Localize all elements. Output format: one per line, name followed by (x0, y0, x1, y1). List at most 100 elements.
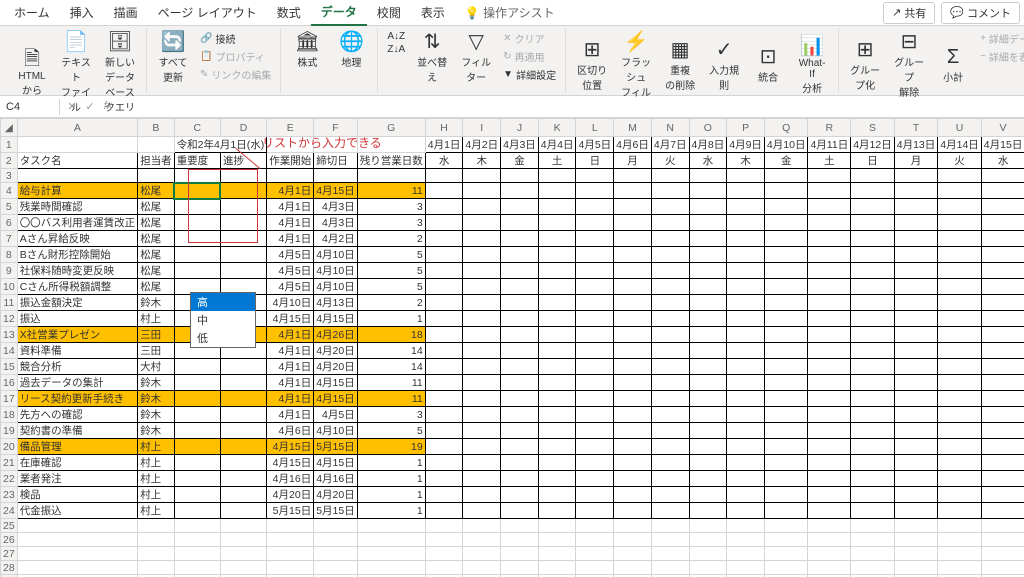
subtotal-button[interactable]: Σ小計 (933, 30, 973, 101)
row-header[interactable]: 18 (1, 407, 18, 423)
geography-button[interactable]: 🌐地理 (331, 30, 371, 71)
accept-formula-icon[interactable]: ✓ (82, 100, 98, 113)
row-header[interactable]: 12 (1, 311, 18, 327)
whatif-button[interactable]: 📊What-If 分析 (792, 30, 832, 101)
row-header[interactable]: 16 (1, 375, 18, 391)
col-header[interactable]: I (463, 119, 501, 137)
table-row[interactable]: 13X社営業プレゼン三田4月1日4月26日18 (1, 327, 1024, 343)
table-header-cell[interactable]: 締切日 (314, 153, 358, 169)
selected-cell[interactable]: ▾ (174, 183, 220, 199)
col-header[interactable]: G (357, 119, 425, 137)
row-header[interactable]: 13 (1, 327, 18, 343)
row-header[interactable]: 5 (1, 199, 18, 215)
row-header[interactable]: 27 (1, 547, 18, 561)
tab-review[interactable]: 校閲 (367, 0, 411, 25)
fx-icon[interactable]: fx (100, 100, 116, 113)
col-header[interactable]: S (851, 119, 895, 137)
share-button[interactable]: ↗ 共有 (883, 2, 935, 24)
row-header[interactable]: 10 (1, 279, 18, 295)
table-header-cell[interactable]: 担当者 (138, 153, 175, 169)
sort-desc-button[interactable]: Z↓A (384, 43, 408, 56)
col-header[interactable]: M (614, 119, 652, 137)
reapply-button[interactable]: ↻再適用 (500, 48, 559, 65)
row-header[interactable]: 4 (1, 183, 18, 199)
dropdown-option[interactable]: 中 (191, 311, 255, 329)
hide-detail-button[interactable]: −詳細を表示しない (977, 48, 1024, 65)
tab-insert[interactable]: 挿入 (60, 0, 104, 25)
row-header[interactable]: 20 (1, 439, 18, 455)
table-header-cell[interactable]: 木 (727, 153, 765, 169)
filter-button[interactable]: ▽フィルター (456, 30, 496, 86)
row-header[interactable]: 21 (1, 455, 18, 471)
table-row[interactable]: 10Cさん所得税額調整松尾4月5日4月10日5 (1, 279, 1024, 295)
table-row[interactable]: 6〇〇バス利用者運賃改正松尾4月1日4月3日3 (1, 215, 1024, 231)
table-header-cell[interactable]: 金 (764, 153, 808, 169)
clear-filter-button[interactable]: ✕クリア (500, 30, 559, 47)
refresh-all-button[interactable]: 🔄すべて 更新 (153, 30, 193, 86)
table-header-cell[interactable]: 日 (576, 153, 614, 169)
properties-button[interactable]: 📋プロパティ (197, 48, 274, 65)
row-header[interactable]: 2 (1, 153, 18, 169)
table-row[interactable]: 7Aさん昇給反映松尾4月1日4月2日2 (1, 231, 1024, 247)
col-header[interactable]: L (576, 119, 614, 137)
tell-me[interactable]: 💡 操作アシスト (455, 0, 565, 25)
tab-formula[interactable]: 数式 (267, 0, 311, 25)
table-header-cell[interactable]: 金 (501, 153, 539, 169)
col-header[interactable]: U (938, 119, 982, 137)
col-header[interactable]: N (651, 119, 689, 137)
table-header-cell[interactable]: 土 (538, 153, 576, 169)
table-row[interactable]: 4給与計算松尾▾4月1日4月15日11 (1, 183, 1024, 199)
row-header[interactable]: 6 (1, 215, 18, 231)
col-header[interactable]: A (17, 119, 138, 137)
table-row[interactable]: 8Bさん財形控除開始松尾4月5日4月10日5 (1, 247, 1024, 263)
table-row[interactable]: 15競合分析大村4月1日4月20日14 (1, 359, 1024, 375)
col-header[interactable]: E (267, 119, 314, 137)
formula-bar[interactable] (120, 105, 1024, 109)
validation-dropdown[interactable]: 高 中 低 (190, 292, 256, 348)
row-header[interactable]: 11 (1, 295, 18, 311)
table-row[interactable]: 18先方への確認鈴木4月1日4月5日3 (1, 407, 1024, 423)
advanced-filter-button[interactable]: ▼詳細設定 (500, 66, 559, 83)
row-header[interactable]: 15 (1, 359, 18, 375)
col-header[interactable]: R (808, 119, 851, 137)
row-header[interactable]: 14 (1, 343, 18, 359)
tab-draw[interactable]: 描画 (104, 0, 148, 25)
table-header-cell[interactable]: 火 (938, 153, 982, 169)
table-row[interactable]: 9社保料随時変更反映松尾4月5日4月10日5 (1, 263, 1024, 279)
tab-view[interactable]: 表示 (411, 0, 455, 25)
table-row[interactable]: 19契約書の準備鈴木4月6日4月10日5 (1, 423, 1024, 439)
col-header[interactable]: T (894, 119, 938, 137)
row-header[interactable]: 9 (1, 263, 18, 279)
dropdown-option[interactable]: 低 (191, 329, 255, 347)
col-header[interactable]: B (138, 119, 175, 137)
table-row[interactable]: 21在庫確認村上4月15日4月15日1 (1, 455, 1024, 471)
table-header-cell[interactable]: 作業開始 (267, 153, 314, 169)
ungroup-button[interactable]: ⊟グループ 解除 (889, 30, 929, 101)
table-row[interactable]: 11振込金額決定鈴木4月10日4月13日2 (1, 295, 1024, 311)
sort-button[interactable]: ⇅並べ替え (412, 30, 452, 86)
col-header[interactable]: D (220, 119, 266, 137)
row-header[interactable]: 17 (1, 391, 18, 407)
row-header[interactable]: 28 (1, 561, 18, 575)
table-row[interactable]: 17リース契約更新手続き鈴木4月1日4月15日11 (1, 391, 1024, 407)
cancel-formula-icon[interactable]: ✕ (64, 100, 80, 113)
col-header[interactable]: P (727, 119, 765, 137)
table-header-cell[interactable]: 月 (894, 153, 938, 169)
table-row[interactable]: 12振込村上4月15日4月15日1 (1, 311, 1024, 327)
col-header[interactable]: C (174, 119, 220, 137)
table-header-cell[interactable]: 日 (851, 153, 895, 169)
table-header-cell[interactable]: 水 (689, 153, 727, 169)
table-header-cell[interactable]: 土 (808, 153, 851, 169)
remove-duplicates-button[interactable]: ▦重複 の削除 (660, 30, 700, 101)
dropdown-option[interactable]: 高 (191, 293, 255, 311)
table-header-cell[interactable]: 火 (651, 153, 689, 169)
tab-data[interactable]: データ (311, 0, 367, 26)
group-button[interactable]: ⊞グルー プ化 (845, 30, 885, 101)
table-row[interactable]: 14資料準備三田4月1日4月20日14 (1, 343, 1024, 359)
tab-home[interactable]: ホーム (4, 0, 60, 25)
table-header-cell[interactable]: 重要度 (174, 153, 220, 169)
row-header[interactable]: 8 (1, 247, 18, 263)
comment-button[interactable]: 💬 コメント (941, 2, 1020, 24)
edit-links-button[interactable]: ✎リンクの編集 (197, 66, 274, 83)
col-header[interactable]: O (689, 119, 727, 137)
